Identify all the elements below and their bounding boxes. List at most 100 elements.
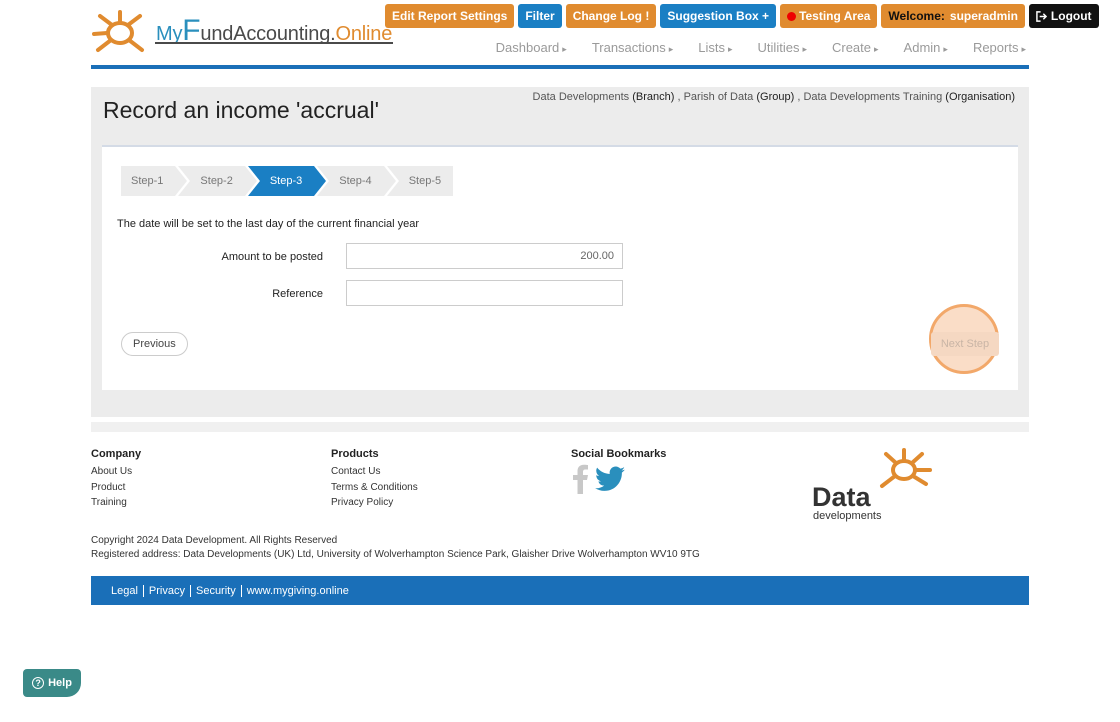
- nav-transactions-label: Transactions: [591, 40, 666, 55]
- wizard-card: Step-1 Step-2 Step-3 Step-4 Step-5 The d…: [102, 145, 1018, 390]
- edit-report-settings-button[interactable]: Edit Report Settings: [385, 4, 515, 28]
- caret-right-icon: ▸: [802, 44, 807, 54]
- logout-button[interactable]: Logout: [1028, 4, 1099, 28]
- caret-right-icon: ▸: [943, 44, 948, 54]
- amount-input[interactable]: [346, 243, 623, 269]
- testing-area-label: Testing Area: [799, 9, 871, 23]
- nav-create-label: Create: [831, 40, 872, 55]
- breadcrumb-group: Parish of Data: [683, 91, 754, 103]
- footer-company: Company About Us Product Training: [91, 448, 141, 511]
- plus-icon: +: [762, 9, 770, 23]
- testing-area-button[interactable]: Testing Area: [780, 4, 878, 28]
- top-toolbar: Edit Report Settings Filter Change Log !…: [385, 4, 1099, 28]
- step-2[interactable]: Step-2: [178, 166, 258, 196]
- nav-dashboard-label: Dashboard: [495, 40, 560, 55]
- suggestion-box-button[interactable]: Suggestion Box +: [660, 4, 777, 28]
- panel-footer-strip: [91, 422, 1029, 432]
- logout-icon: [1036, 10, 1047, 22]
- breadcrumb: Data Developments (Branch) , Parish of D…: [533, 91, 1015, 103]
- facebook-icon[interactable]: [571, 464, 589, 494]
- step-4[interactable]: Step-4: [317, 166, 397, 196]
- logo-word: Data: [812, 482, 872, 512]
- footer-link-privacy-policy[interactable]: Privacy Policy: [331, 495, 418, 511]
- caret-right-icon: ▸: [1021, 44, 1026, 54]
- nav-utilities[interactable]: Utilities ▸: [758, 40, 807, 55]
- footer-link-contact[interactable]: Contact Us: [331, 464, 418, 480]
- nav-lists-label: Lists: [698, 40, 726, 55]
- exclamation-icon: !: [645, 9, 650, 23]
- amount-label: Amount to be posted: [221, 251, 323, 263]
- caret-right-icon: ▸: [562, 44, 567, 54]
- breadcrumb-separator: ,: [797, 91, 801, 103]
- breadcrumb-separator: ,: [677, 91, 681, 103]
- breadcrumb-branch-type: (Branch): [632, 91, 675, 103]
- filter-button[interactable]: Filter: [518, 4, 562, 28]
- data-developments-logo: Data developments: [812, 448, 937, 531]
- nav-reports[interactable]: Reports ▸: [973, 40, 1026, 55]
- nav-divider: [91, 65, 1029, 69]
- footer-link-about[interactable]: About Us: [91, 464, 141, 480]
- nav-transactions[interactable]: Transactions ▸: [592, 40, 673, 55]
- reference-input[interactable]: [346, 280, 623, 306]
- footer-company-heading: Company: [91, 448, 142, 460]
- step-1[interactable]: Step-1: [121, 166, 188, 196]
- footer-bottom-bar: Legal Privacy Security www.mygiving.onli…: [91, 576, 1029, 605]
- username: superadmin: [949, 9, 1018, 23]
- footer-link-product[interactable]: Product: [91, 480, 141, 496]
- footer-privacy-link[interactable]: Privacy: [142, 584, 190, 597]
- nav-dashboard[interactable]: Dashboard ▸: [496, 40, 567, 55]
- date-note: The date will be set to the last day of …: [117, 218, 420, 230]
- step-5[interactable]: Step-5: [386, 166, 454, 196]
- help-button[interactable]: ? Help: [23, 669, 81, 697]
- welcome-user[interactable]: Welcome: superadmin: [881, 4, 1025, 28]
- question-icon: ?: [32, 677, 45, 689]
- logo-subword: developments: [813, 510, 882, 522]
- logo-underline: [155, 42, 393, 44]
- caret-right-icon: ▸: [874, 44, 879, 54]
- copyright-text: Copyright 2024 Data Development. All Rig…: [91, 535, 338, 546]
- nav-reports-label: Reports: [972, 40, 1019, 55]
- twitter-icon[interactable]: [595, 466, 625, 492]
- footer-link-training[interactable]: Training: [91, 495, 141, 511]
- breadcrumb-organisation-type: (Organisation): [945, 91, 1015, 103]
- registered-address: Registered address: Data Developments (U…: [91, 548, 700, 560]
- page-title: Record an income 'accrual': [103, 97, 379, 123]
- logo-star-icon: [92, 10, 144, 52]
- breadcrumb-branch: Data Developments: [532, 91, 630, 103]
- next-step-button[interactable]: Next Step: [931, 332, 999, 356]
- caret-right-icon: ▸: [668, 44, 674, 54]
- logout-label: Logout: [1050, 9, 1092, 23]
- logo-star-icon: [880, 448, 932, 488]
- copyright-block: Copyright 2024 Data Development. All Rig…: [91, 534, 700, 561]
- nav-admin[interactable]: Admin ▸: [904, 40, 948, 55]
- footer-products: Products Contact Us Terms & Conditions P…: [331, 448, 418, 511]
- suggestion-box-label: Suggestion Box: [667, 9, 759, 23]
- footer-legal-link[interactable]: Legal: [106, 585, 143, 597]
- change-log-button[interactable]: Change Log !: [565, 4, 657, 28]
- footer-social-heading: Social Bookmarks: [571, 448, 667, 460]
- caret-right-icon: ▸: [728, 44, 733, 54]
- nav-create[interactable]: Create ▸: [832, 40, 879, 55]
- help-label: Help: [48, 677, 72, 689]
- reference-label: Reference: [272, 288, 323, 300]
- step-3[interactable]: Step-3: [247, 166, 327, 196]
- wizard-steps: Step-1 Step-2 Step-3 Step-4 Step-5: [121, 166, 456, 196]
- footer-social: Social Bookmarks: [571, 448, 666, 494]
- red-dot-icon: [787, 11, 797, 21]
- footer-products-heading: Products: [331, 448, 379, 460]
- breadcrumb-group-type: (Group): [756, 91, 795, 103]
- footer-link-terms[interactable]: Terms & Conditions: [331, 480, 418, 496]
- social-icons: [571, 464, 666, 494]
- previous-button[interactable]: Previous: [121, 332, 188, 356]
- nav-admin-label: Admin: [903, 40, 941, 55]
- change-log-label: Change Log: [572, 9, 643, 23]
- footer-mygiving-link[interactable]: www.mygiving.online: [240, 584, 354, 597]
- breadcrumb-organisation: Data Developments Training: [803, 91, 943, 103]
- main-nav: Dashboard ▸ Transactions ▸ Lists ▸ Utilitie…: [496, 40, 1026, 55]
- main-panel: Record an income 'accrual' Data Developm…: [91, 87, 1029, 417]
- nav-lists[interactable]: Lists ▸: [698, 40, 732, 55]
- nav-utilities-label: Utilities: [757, 40, 800, 55]
- footer-security-link[interactable]: Security: [189, 584, 241, 597]
- app-logo[interactable]: MyFundAccounting.Online: [92, 10, 392, 56]
- welcome-label: Welcome:: [888, 9, 945, 23]
